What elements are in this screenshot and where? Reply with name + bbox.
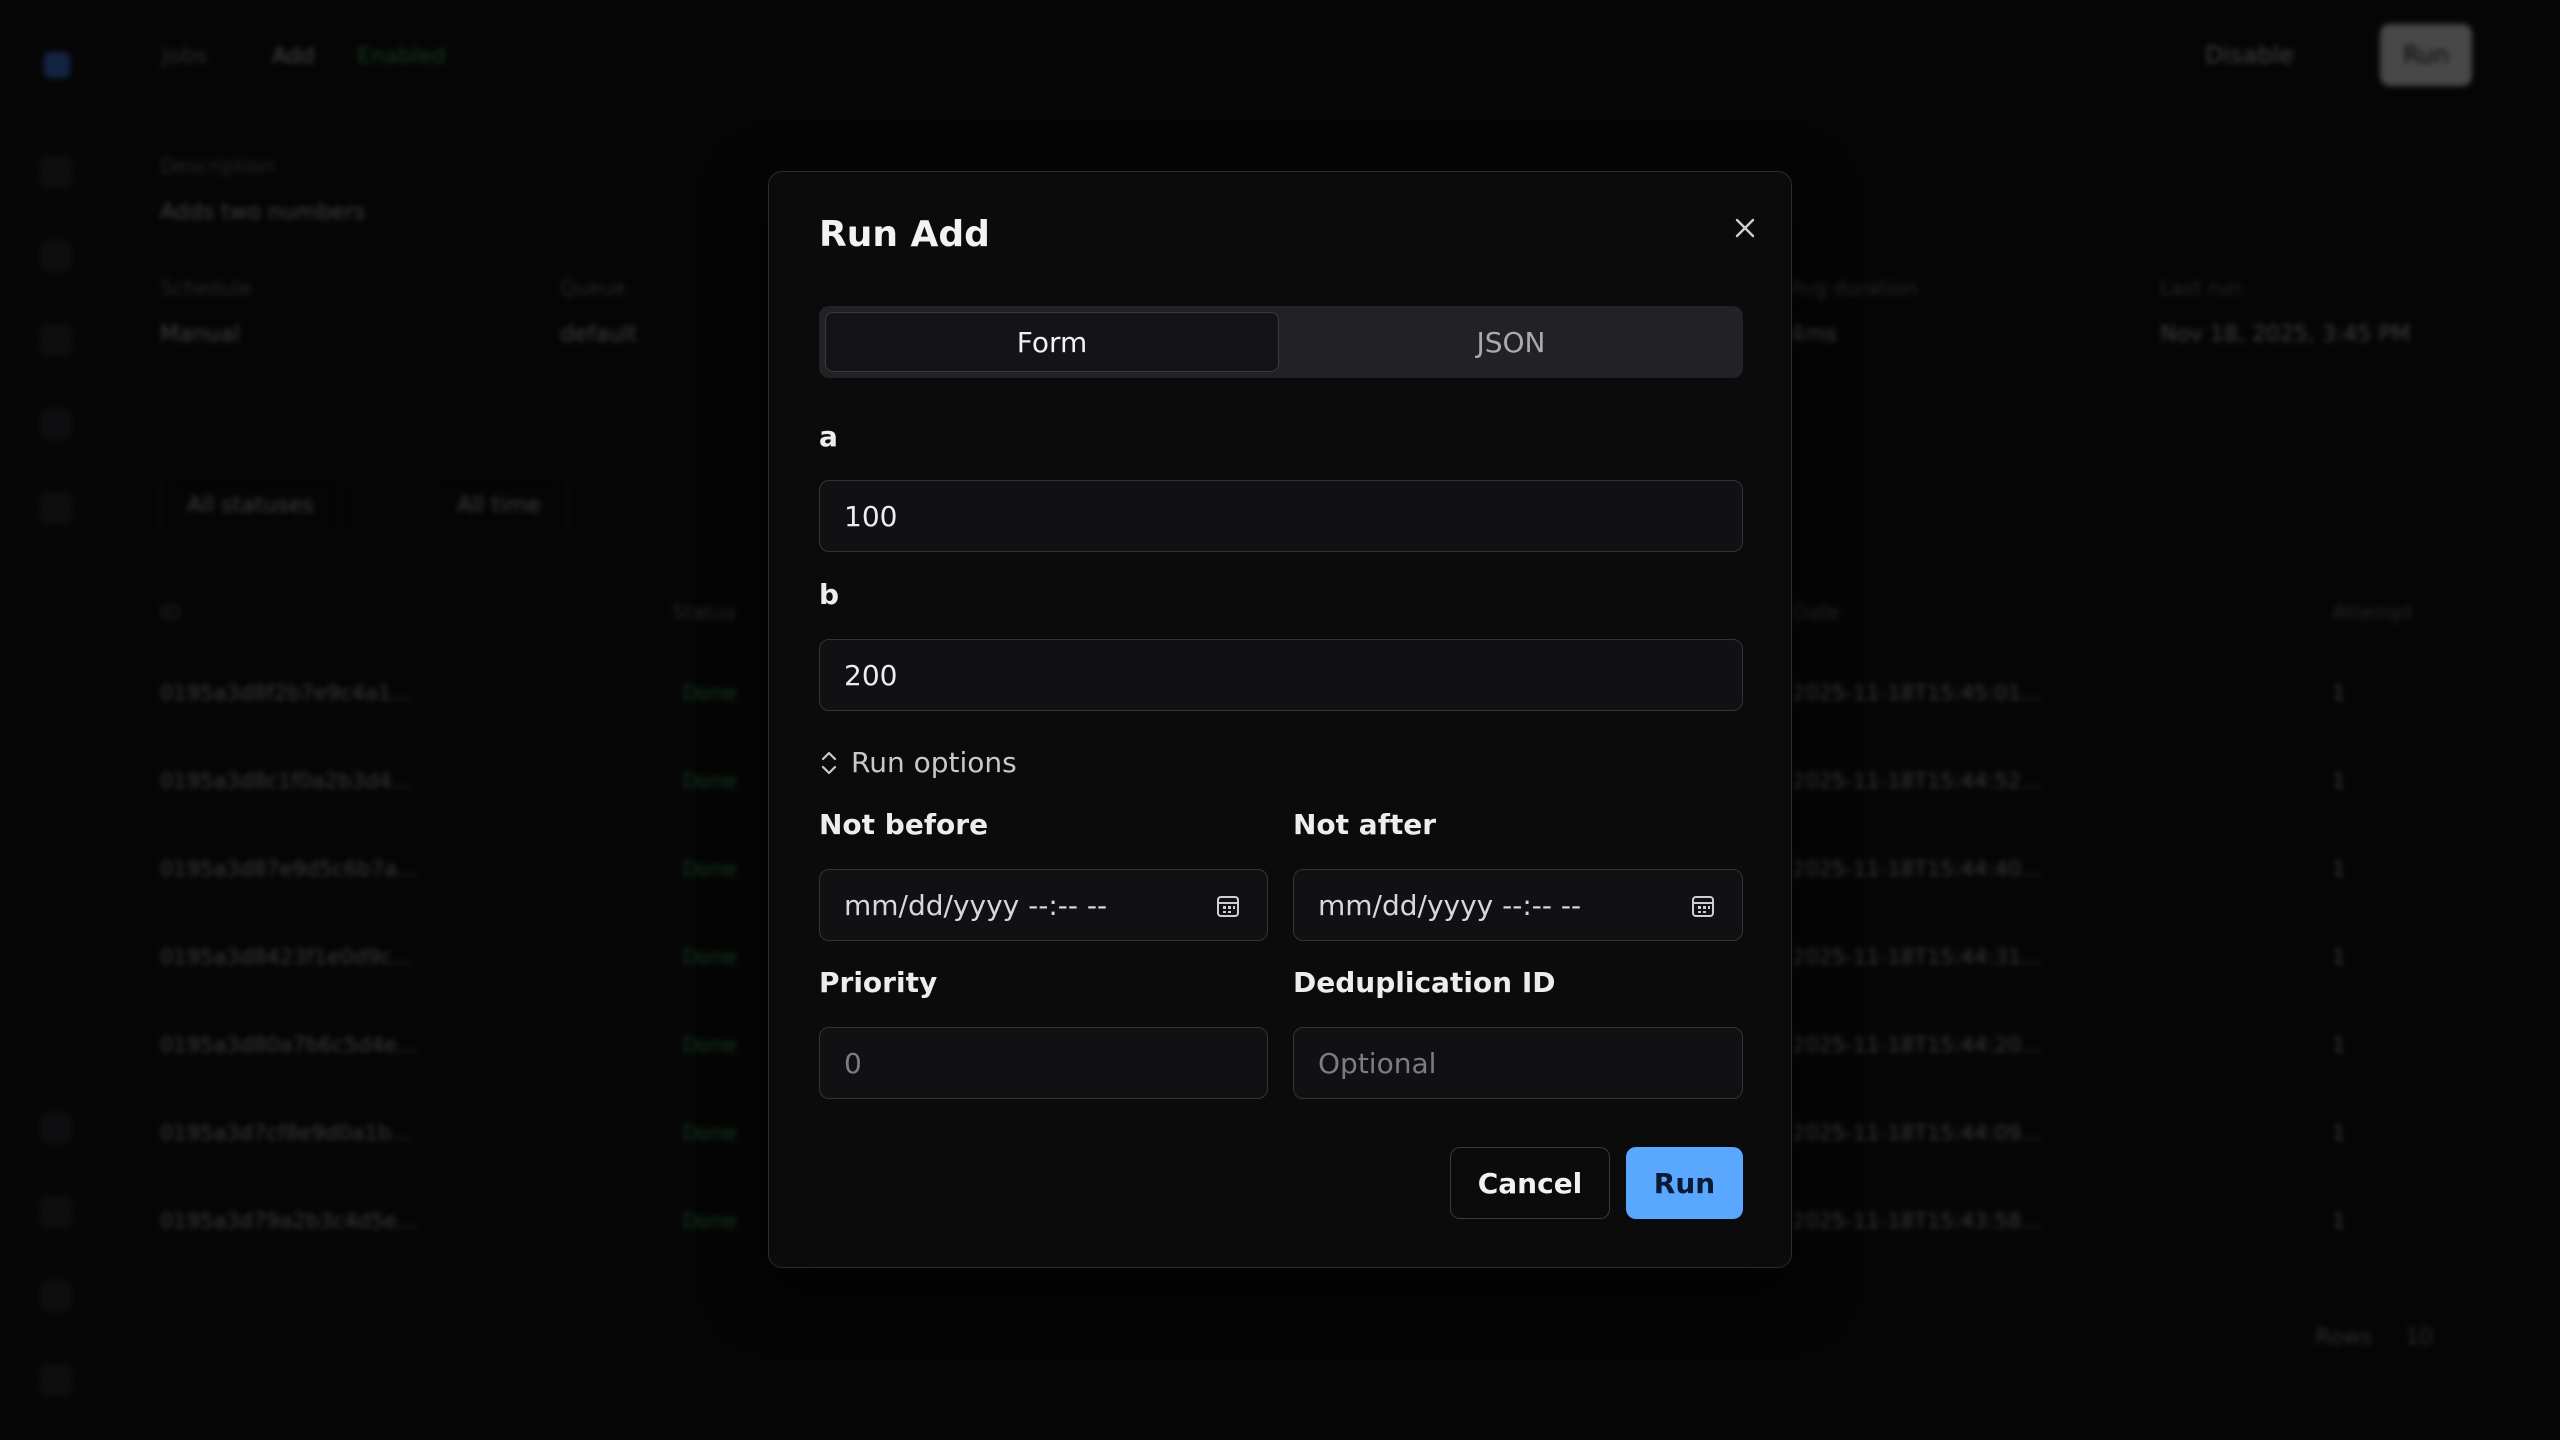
field-a-input[interactable]: 100: [819, 480, 1743, 552]
priority-label: Priority: [819, 966, 938, 999]
not-before-label: Not before: [819, 808, 989, 841]
field-a-label: a: [819, 420, 838, 453]
run-options-label: Run options: [851, 746, 1017, 779]
field-b-input[interactable]: 200: [819, 639, 1743, 711]
not-before-placeholder: mm/dd/yyyy --:-- --: [844, 888, 1108, 922]
close-icon: [1735, 218, 1755, 238]
tab-form[interactable]: Form: [825, 312, 1279, 372]
dedup-label: Deduplication ID: [1293, 966, 1556, 999]
run-options-toggle[interactable]: Run options: [819, 746, 1017, 779]
not-before-input[interactable]: mm/dd/yyyy --:-- --: [819, 869, 1268, 941]
calendar-icon[interactable]: [1690, 893, 1716, 919]
dedup-input[interactable]: Optional: [1293, 1027, 1743, 1099]
cancel-button[interactable]: Cancel: [1450, 1147, 1610, 1219]
dialog-title: Run Add: [819, 214, 990, 255]
tab-json[interactable]: JSON: [1285, 312, 1737, 372]
calendar-icon[interactable]: [1215, 893, 1241, 919]
field-b-label: b: [819, 578, 840, 611]
run-dialog: Run Add Form JSON a 100 b 200 Run option…: [768, 171, 1792, 1268]
chevrons-up-down-icon: [821, 751, 837, 774]
not-after-label: Not after: [1293, 808, 1437, 841]
priority-input[interactable]: 0: [819, 1027, 1268, 1099]
close-button[interactable]: [1723, 206, 1767, 250]
run-button[interactable]: Run: [1626, 1147, 1743, 1219]
mode-tabs: Form JSON: [819, 306, 1743, 378]
not-after-placeholder: mm/dd/yyyy --:-- --: [1318, 888, 1582, 922]
not-after-input[interactable]: mm/dd/yyyy --:-- --: [1293, 869, 1743, 941]
